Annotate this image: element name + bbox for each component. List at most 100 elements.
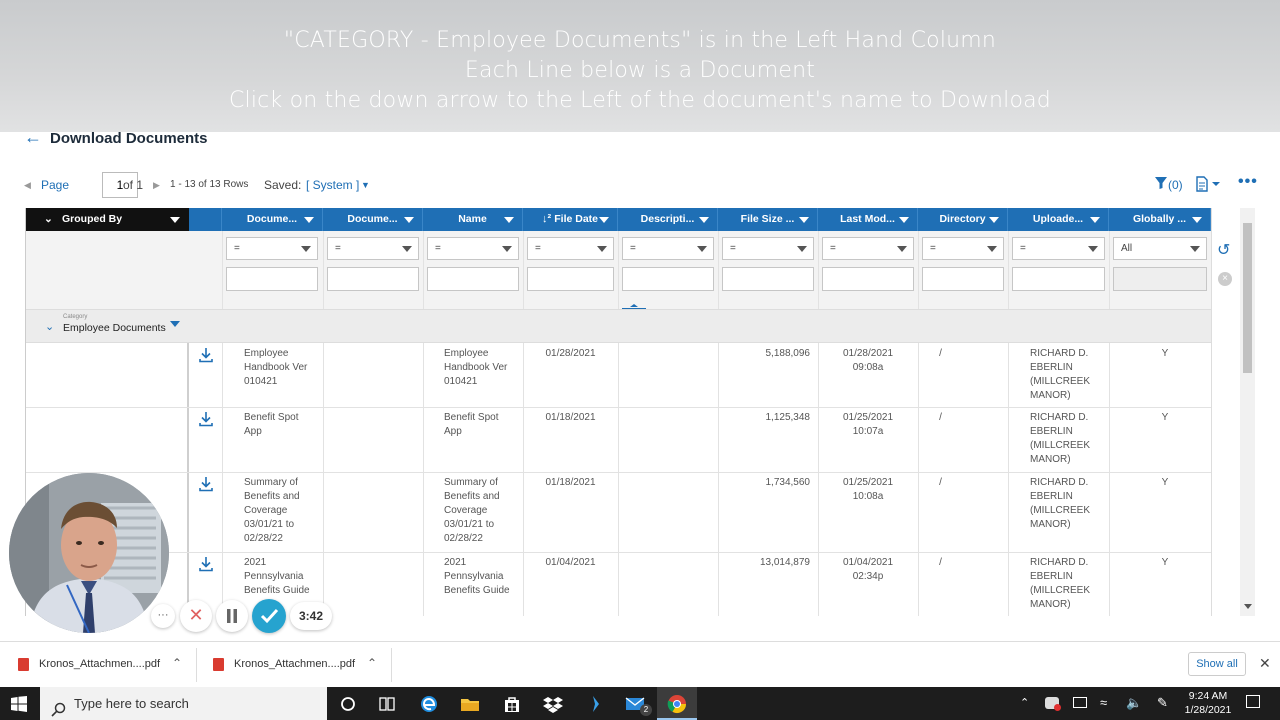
- filter-select-description[interactable]: =: [622, 237, 714, 260]
- export-document-icon[interactable]: [1195, 176, 1221, 195]
- next-page-icon[interactable]: ▶: [153, 180, 160, 191]
- filter-text-last-modified[interactable]: [822, 267, 914, 291]
- taskbar-clock[interactable]: 9:24 AM 1/28/2021: [1180, 689, 1236, 717]
- battery-icon[interactable]: [1073, 697, 1087, 708]
- rows-count: 1 - 13 of 13 Rows: [170, 179, 249, 190]
- security-icon[interactable]: [1045, 697, 1061, 711]
- scroll-down-icon[interactable]: [1244, 604, 1252, 609]
- filter-text-file-size[interactable]: [722, 267, 814, 291]
- column-header-name[interactable]: Name: [423, 208, 523, 231]
- column-header-directory[interactable]: Directory: [918, 208, 1008, 231]
- cell-document: Benefit Spot App: [244, 411, 319, 439]
- search-placeholder: Type here to search: [74, 696, 189, 711]
- download-icon[interactable]: [198, 556, 214, 572]
- cell-file-size: 1,734,560: [765, 477, 811, 488]
- filter-select-globally[interactable]: All: [1113, 237, 1207, 260]
- dropbox-icon[interactable]: [543, 694, 563, 714]
- filter-select-document-2[interactable]: =: [327, 237, 419, 260]
- more-options-icon[interactable]: •••: [1238, 173, 1258, 191]
- row-divider: [26, 552, 1211, 553]
- filter-select-uploaded-by[interactable]: =: [1012, 237, 1105, 260]
- chevron-up-icon[interactable]: ⌃: [172, 656, 182, 670]
- cell-uploaded-by: RICHARD D. EBERLIN (MILLCREEK MANOR): [1030, 476, 1109, 532]
- task-view-icon[interactable]: [377, 694, 397, 714]
- filter-select-last-modified[interactable]: =: [822, 237, 914, 260]
- download-item[interactable]: Kronos_Attachmen....pdf ⌃: [14, 642, 194, 687]
- column-header-document-2[interactable]: Docume...: [323, 208, 423, 231]
- chevron-down-icon: ⌄: [44, 213, 53, 225]
- saved-view-select[interactable]: [ System ]: [306, 178, 359, 192]
- column-header-document-1[interactable]: Docume...: [222, 208, 323, 231]
- cortana-icon[interactable]: [338, 694, 358, 714]
- show-all-downloads-button[interactable]: Show all: [1188, 652, 1246, 676]
- scrollbar-thumb[interactable]: [1243, 223, 1252, 373]
- clear-filter-icon[interactable]: ×: [1218, 272, 1232, 286]
- filter-select-name[interactable]: =: [427, 237, 519, 260]
- column-header-uploaded-by[interactable]: Uploade...: [1008, 208, 1109, 231]
- filter-select-file-size[interactable]: =: [722, 237, 814, 260]
- pager: ◀ Page of 1 ▶ 1 - 13 of 13 Rows Saved: […: [24, 172, 1264, 198]
- cell-name-line: Summary of: [444, 477, 498, 488]
- column-header-file-date[interactable]: ↓² File Date: [523, 208, 618, 231]
- grouped-by-label: Grouped By: [62, 213, 123, 225]
- cell-document-line: Benefits Guide: [244, 585, 310, 596]
- column-header-globally[interactable]: Globally ...: [1109, 208, 1211, 231]
- cell-uploaded-by-line: RICHARD D.: [1030, 412, 1089, 423]
- filter-select-file-date[interactable]: =: [527, 237, 614, 260]
- download-item[interactable]: Kronos_Attachmen....pdf ⌃: [209, 642, 389, 687]
- filter-text-name[interactable]: [427, 267, 519, 291]
- grouped-by-header[interactable]: ⌄ Grouped By: [26, 208, 189, 231]
- pdf-file-icon: [213, 658, 224, 671]
- chevron-up-icon[interactable]: ⌃: [367, 656, 377, 670]
- notifications-icon[interactable]: [1246, 695, 1260, 708]
- store-icon[interactable]: [502, 694, 522, 714]
- filter-text-document-1[interactable]: [226, 267, 318, 291]
- filter-select-directory[interactable]: =: [922, 237, 1004, 260]
- recorder-pause-button[interactable]: [216, 600, 248, 632]
- filter-text-description[interactable]: [622, 267, 714, 291]
- recorder-more-button[interactable]: ···: [151, 604, 175, 628]
- cell-document-line: 03/01/21 to: [244, 519, 295, 530]
- group-row[interactable]: [26, 309, 1211, 343]
- filter-text-uploaded-by[interactable]: [1012, 267, 1105, 291]
- volume-icon[interactable]: 🔈: [1126, 695, 1142, 711]
- scrollbar[interactable]: [1240, 208, 1255, 616]
- windows-start-icon[interactable]: [11, 696, 27, 712]
- column-header-last-modified[interactable]: Last Mod...: [818, 208, 918, 231]
- filter-text-file-date[interactable]: [527, 267, 614, 291]
- taskbar-search-box[interactable]: Type here to search: [40, 687, 327, 720]
- recorder-finish-button[interactable]: [252, 599, 286, 633]
- file-explorer-icon[interactable]: [460, 694, 480, 714]
- taskbar: Type here to search 2 ⌃ ≈ 🔈 ✎ 9:24 AM 1/…: [0, 687, 1280, 720]
- filter-icon[interactable]: [1154, 176, 1168, 193]
- group-menu-icon[interactable]: [170, 321, 180, 327]
- group-collapse-icon[interactable]: ⌄: [45, 320, 54, 333]
- wifi-icon[interactable]: ≈: [1100, 695, 1107, 710]
- filter-text-directory[interactable]: [922, 267, 1004, 291]
- back-arrow-icon[interactable]: ←: [24, 127, 42, 147]
- filter-text-document-2[interactable]: [327, 267, 419, 291]
- cell-uploaded-by: RICHARD D. EBERLIN (MILLCREEK MANOR): [1030, 347, 1109, 403]
- app-bolt-icon[interactable]: [585, 694, 605, 714]
- download-icon[interactable]: [198, 476, 214, 492]
- close-icon[interactable]: ✕: [1259, 655, 1271, 672]
- edge-browser-icon[interactable]: [419, 694, 439, 714]
- download-icon[interactable]: [198, 347, 214, 363]
- cell-document: 2021 Pennsylvania Benefits Guide: [244, 556, 319, 598]
- show-hidden-icons[interactable]: ⌃: [1020, 696, 1029, 709]
- cell-name-line: Handbook Ver: [444, 362, 508, 373]
- chevron-down-icon[interactable]: ▼: [361, 180, 370, 190]
- pen-icon[interactable]: ✎: [1157, 695, 1168, 711]
- download-icon[interactable]: [198, 411, 214, 427]
- collapse-filter-icon[interactable]: [622, 296, 646, 309]
- cell-document-line: Employee: [244, 348, 289, 359]
- column-header-file-size[interactable]: File Size ...: [718, 208, 818, 231]
- chrome-taskbar-button[interactable]: [657, 687, 697, 720]
- column-header-description[interactable]: Descripti...: [618, 208, 718, 231]
- cell-last-modified-line: 01/25/2021: [842, 412, 894, 423]
- filter-select-document-1[interactable]: =: [226, 237, 318, 260]
- refresh-icon[interactable]: ↺: [1217, 240, 1230, 260]
- recorder-cancel-button[interactable]: ✕: [180, 600, 212, 632]
- prev-page-icon[interactable]: ◀: [24, 180, 31, 191]
- row-divider: [26, 472, 1211, 473]
